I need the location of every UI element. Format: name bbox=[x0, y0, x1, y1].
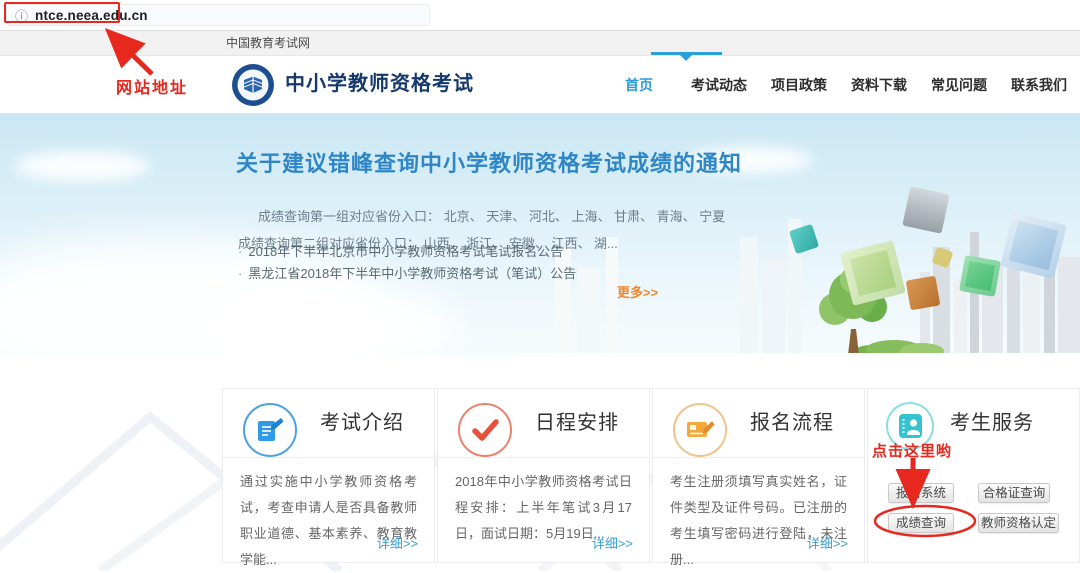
registration-system-button[interactable]: 报名系统 bbox=[888, 483, 954, 503]
site-title: 中小学教师资格考试 bbox=[285, 56, 474, 113]
main-nav: 首页 考试动态 项目政策 资料下载 常见问题 联系我们 bbox=[611, 56, 1067, 113]
card-schedule: 日程安排 2018年中小学教师资格考试日程安排：上半年笔试3月17日，面试日期：… bbox=[437, 388, 650, 563]
bullet-dot: · bbox=[238, 266, 242, 281]
nav-item-exam-news[interactable]: 考试动态 bbox=[691, 75, 747, 95]
certificate-query-button[interactable]: 合格证查询 bbox=[978, 483, 1050, 503]
hero-banner: 关于建议错峰查询中小学教师资格考试成绩的通知 成绩查询第一组对应省份入口： 北京… bbox=[0, 113, 1080, 357]
active-tab-indicator-triangle bbox=[680, 55, 692, 61]
site-header: 中小学教师资格考试 首页 考试动态 项目政策 资料下载 常见问题 联系我们 bbox=[0, 56, 1080, 113]
icon-circle bbox=[458, 403, 512, 457]
detail-link[interactable]: 详细>> bbox=[592, 533, 633, 552]
nav-item-home[interactable]: 首页 bbox=[611, 75, 667, 95]
form-pen-icon bbox=[685, 415, 715, 445]
url-omnibox[interactable]: ⓘ ntce.neea.edu.cn bbox=[6, 4, 430, 26]
check-icon bbox=[470, 415, 500, 445]
card-body-text: 通过实施中小学教师资格考试，考查申请人是否具备教师职业道德、基本素养、教育教学能… bbox=[223, 458, 434, 573]
browser-address-bar: ⓘ ntce.neea.edu.cn bbox=[0, 0, 1080, 31]
more-link[interactable]: 更多>> bbox=[617, 282, 658, 301]
score-query-button[interactable]: 成绩查询 bbox=[888, 513, 954, 533]
nav-item-downloads[interactable]: 资料下载 bbox=[851, 75, 907, 95]
news-link-heilongjiang[interactable]: ·黑龙江省2018年下半年中小学教师资格考试（笔试）公告 bbox=[238, 263, 576, 285]
news-list: ·2018年下半年北京市中小学教师资格考试笔试报名公告 ·黑龙江省2018年下半… bbox=[238, 241, 576, 285]
icon-circle bbox=[243, 403, 297, 457]
nav-item-contact[interactable]: 联系我们 bbox=[1011, 75, 1067, 95]
card-title: 考生服务 bbox=[950, 389, 1034, 458]
cloud-decor bbox=[15, 151, 150, 181]
detail-link[interactable]: 详细>> bbox=[377, 533, 418, 552]
score-entry-group1[interactable]: 成绩查询第一组对应省份入口： 北京、 天津、 河北、 上海、 甘肃、 青海、 宁… bbox=[238, 203, 725, 230]
ntce-logo-seal-icon bbox=[231, 63, 275, 107]
card-title: 考试介绍 bbox=[320, 389, 404, 458]
card-candidate-services: 考生服务 报名系统 合格证查询 成绩查询 教师资格认定 bbox=[867, 388, 1080, 563]
document-pen-icon bbox=[255, 415, 285, 445]
url-text: ntce.neea.edu.cn bbox=[35, 8, 148, 23]
card-exam-intro: 考试介绍 通过实施中小学教师资格考试，考查申请人是否具备教师职业道德、基本素养、… bbox=[222, 388, 435, 563]
card-body-text: 考生注册须填写真实姓名，证件类型及证件号码。已注册的考生填写密码进行登陆，未注册… bbox=[653, 458, 864, 573]
parent-site-link[interactable]: 中国教育考试网 bbox=[226, 31, 310, 56]
id-card-icon bbox=[895, 411, 925, 441]
bottom-section: 考试介绍 通过实施中小学教师资格考试，考查申请人是否具备教师职业道德、基本素养、… bbox=[0, 357, 1080, 571]
icon-circle bbox=[886, 402, 934, 450]
page-info-icon[interactable]: ⓘ bbox=[15, 6, 28, 25]
nav-item-policies[interactable]: 项目政策 bbox=[771, 75, 827, 95]
icon-circle bbox=[673, 403, 727, 457]
site-topbar: 中国教育考试网 bbox=[0, 31, 1080, 56]
notice-title[interactable]: 关于建议错峰查询中小学教师资格考试成绩的通知 bbox=[236, 146, 742, 178]
bullet-dot: · bbox=[238, 244, 242, 259]
feature-cards: 考试介绍 通过实施中小学教师资格考试，考查申请人是否具备教师职业道德、基本素养、… bbox=[222, 388, 1080, 563]
teacher-certification-button[interactable]: 教师资格认定 bbox=[978, 513, 1059, 533]
news-link-beijing[interactable]: ·2018年下半年北京市中小学教师资格考试笔试报名公告 bbox=[238, 241, 576, 263]
page: ⓘ ntce.neea.edu.cn 中国教育考试网 中小学教师资格考试 首页 … bbox=[0, 0, 1080, 571]
cube-decor bbox=[959, 255, 1001, 297]
detail-link[interactable]: 详细>> bbox=[807, 533, 848, 552]
cube-decor bbox=[906, 276, 941, 311]
card-title: 日程安排 bbox=[535, 389, 619, 458]
nav-item-faq[interactable]: 常见问题 bbox=[931, 75, 987, 95]
cube-decor bbox=[902, 186, 949, 233]
card-title: 报名流程 bbox=[750, 389, 834, 458]
card-registration-process: 报名流程 考生注册须填写真实姓名，证件类型及证件号码。已注册的考生填写密码进行登… bbox=[652, 388, 865, 563]
